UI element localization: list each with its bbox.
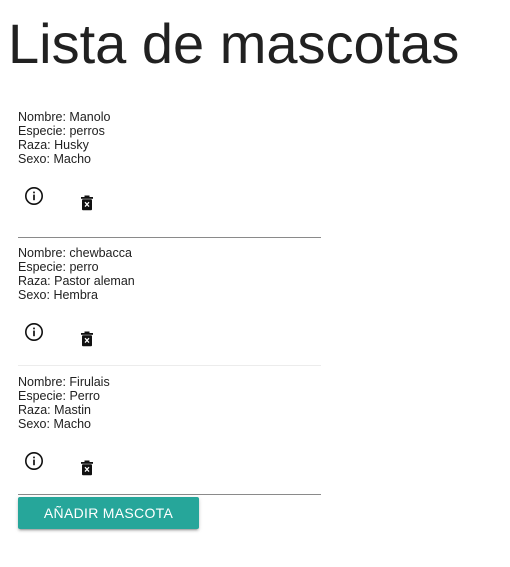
pet-name-line: Nombre: chewbacca: [18, 246, 135, 260]
pet-card: Nombre: chewbacca Especie: perro Raza: P…: [18, 238, 321, 366]
pet-species-value: perros: [69, 124, 105, 138]
pet-name-line: Nombre: Firulais: [18, 375, 110, 389]
info-circle-icon: [25, 452, 43, 470]
pet-info-button[interactable]: [24, 322, 44, 342]
pet-sex-label: Sexo:: [18, 417, 50, 431]
pet-breed-label: Raza:: [18, 138, 51, 152]
info-circle-icon: [25, 187, 43, 205]
pet-species-label: Especie:: [18, 389, 66, 403]
page-title: Lista de mascotas: [8, 12, 460, 75]
pet-breed-value: Mastin: [54, 403, 91, 417]
pet-breed-line: Raza: Mastin: [18, 403, 110, 417]
pet-name-line: Nombre: Manolo: [18, 110, 110, 124]
pet-sex-label: Sexo:: [18, 152, 50, 166]
pet-name-label: Nombre:: [18, 375, 66, 389]
pet-sex-label: Sexo:: [18, 288, 50, 302]
pet-name-label: Nombre:: [18, 110, 66, 124]
pet-species-line: Especie: Perro: [18, 389, 110, 403]
pet-species-value: Perro: [69, 389, 101, 403]
pet-card: Nombre: Firulais Especie: Perro Raza: Ma…: [18, 366, 321, 495]
pet-species-label: Especie:: [18, 260, 66, 274]
pet-info: Nombre: Manolo Especie: perros Raza: Hus…: [18, 110, 110, 166]
pet-name-value: chewbacca: [69, 246, 132, 260]
pet-sex-line: Sexo: Macho: [18, 152, 110, 166]
pet-species-line: Especie: perros: [18, 124, 110, 138]
pet-breed-label: Raza:: [18, 403, 51, 417]
pet-breed-line: Raza: Pastor aleman: [18, 274, 135, 288]
pet-species-line: Especie: perro: [18, 260, 135, 274]
pet-info: Nombre: chewbacca Especie: perro Raza: P…: [18, 246, 135, 302]
pet-card: Nombre: Manolo Especie: perros Raza: Hus…: [18, 110, 321, 238]
pet-sex-line: Sexo: Macho: [18, 417, 110, 431]
pet-name-value: Manolo: [69, 110, 111, 124]
pet-name-value: Firulais: [69, 375, 110, 389]
pet-divider: [18, 494, 321, 495]
pet-sex-value: Hembra: [53, 288, 98, 302]
pet-sex-value: Macho: [53, 417, 91, 431]
pet-breed-line: Raza: Husky: [18, 138, 110, 152]
trash-icon: [81, 460, 93, 476]
pet-delete-button[interactable]: [80, 460, 94, 476]
pet-info-button[interactable]: [24, 451, 44, 471]
info-circle-icon: [25, 323, 43, 341]
pet-breed-value: Pastor aleman: [54, 274, 135, 288]
pet-info-button[interactable]: [24, 186, 44, 206]
trash-icon: [81, 195, 93, 211]
pet-breed-label: Raza:: [18, 274, 51, 288]
pet-info: Nombre: Firulais Especie: Perro Raza: Ma…: [18, 375, 110, 431]
pet-species-value: perro: [69, 260, 99, 274]
pet-sex-value: Macho: [53, 152, 91, 166]
add-pet-button[interactable]: AÑADIR MASCOTA: [18, 497, 199, 529]
pet-breed-value: Husky: [54, 138, 89, 152]
pet-delete-button[interactable]: [80, 195, 94, 211]
pet-name-label: Nombre:: [18, 246, 66, 260]
pet-list: Nombre: Manolo Especie: perros Raza: Hus…: [18, 110, 321, 495]
pet-species-label: Especie:: [18, 124, 66, 138]
pet-sex-line: Sexo: Hembra: [18, 288, 135, 302]
trash-icon: [81, 331, 93, 347]
pet-delete-button[interactable]: [80, 331, 94, 347]
